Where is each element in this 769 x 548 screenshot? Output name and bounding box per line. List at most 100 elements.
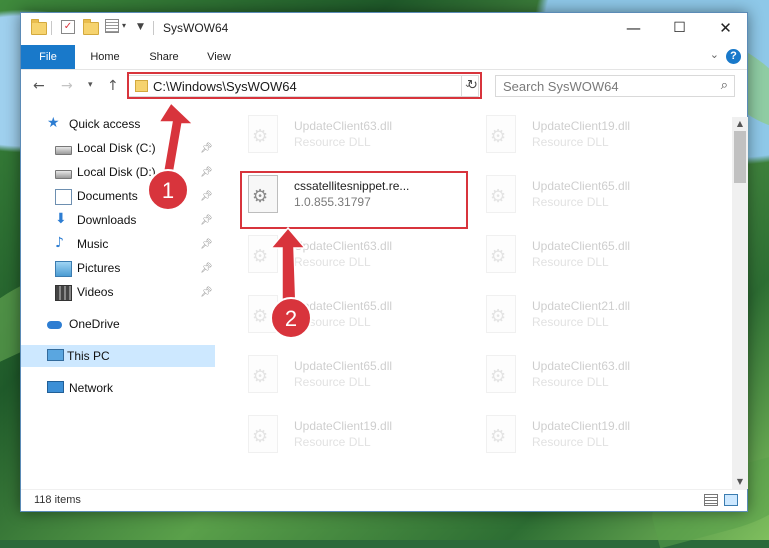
sidebar-item-label: Videos: [77, 285, 114, 299]
properties-icon[interactable]: ✓: [61, 20, 75, 34]
sidebar-item-music[interactable]: ♪ Music: [55, 233, 215, 255]
tiles-view-icon[interactable]: [724, 494, 738, 506]
navigation-bar: ← → ▾ ↑ C:\Windows\SysWOW64 ⌄ ↻ Search S…: [21, 71, 747, 103]
sidebar-item-local-disk-d[interactable]: Local Disk (D:): [55, 161, 215, 183]
forward-arrow-icon[interactable]: →: [61, 78, 73, 94]
scroll-thumb[interactable]: [734, 131, 746, 183]
pin-icon[interactable]: 📌︎: [200, 239, 213, 250]
list-item[interactable]: UpdateClient63.dll Resource DLL: [234, 109, 464, 159]
maximize-button[interactable]: ☐: [657, 13, 702, 43]
file-name: UpdateClient63.dll: [532, 359, 631, 373]
file-description: Resource DLL: [532, 195, 609, 209]
file-list: UpdateClient63.dll Resource DLL cssatell…: [224, 109, 732, 489]
scroll-down-icon[interactable]: ▼: [732, 475, 748, 489]
dll-file-icon: [486, 355, 516, 393]
sidebar-item-downloads[interactable]: ⬇ Downloads: [55, 209, 215, 231]
tab-view[interactable]: View: [197, 45, 241, 69]
list-item[interactable]: UpdateClient19.dll Resource DLL: [234, 409, 464, 459]
list-item[interactable]: UpdateClient63.dll Resource DLL: [234, 229, 464, 279]
documents-icon: [55, 189, 72, 205]
sidebar-item-label: Downloads: [77, 213, 137, 227]
up-arrow-icon[interactable]: ↑: [107, 78, 119, 94]
sidebar-item-label: Network: [69, 381, 114, 395]
this-pc-icon: [47, 349, 64, 361]
sidebar-item-label: Documents: [77, 189, 138, 203]
list-item[interactable]: UpdateClient65.dll Resource DLL: [472, 229, 702, 279]
sidebar-item-label: Local Disk (C:): [77, 141, 156, 155]
sidebar-item-label: Pictures: [77, 261, 121, 275]
network-icon: [47, 381, 64, 393]
sidebar-item-label: Local Disk (D:): [77, 165, 156, 179]
pin-icon[interactable]: 📌︎: [200, 167, 213, 178]
sidebar-item-documents[interactable]: Documents: [55, 185, 215, 207]
file-name: UpdateClient65.dll: [532, 239, 631, 253]
tab-share[interactable]: Share: [139, 45, 189, 69]
sidebar-item-videos[interactable]: Videos: [55, 281, 215, 303]
list-item[interactable]: UpdateClient63.dll Resource DLL: [472, 349, 702, 399]
dll-file-icon: [248, 355, 278, 393]
vertical-scrollbar[interactable]: ▲ ▼: [732, 117, 748, 489]
back-arrow-icon[interactable]: ←: [33, 78, 45, 94]
file-description: Resource DLL: [532, 435, 609, 449]
list-item[interactable]: UpdateClient21.dll Resource DLL: [472, 289, 702, 339]
sidebar-item-label: Quick access: [69, 117, 141, 131]
dll-file-icon: [248, 115, 278, 153]
folder-icon[interactable]: [31, 19, 47, 37]
list-item[interactable]: UpdateClient65.dll Resource DLL: [234, 349, 464, 399]
onedrive-icon: [47, 321, 62, 329]
ribbon-tabs: File Home Share View ⌄ ?: [21, 45, 747, 70]
file-name: UpdateClient19.dll: [532, 419, 631, 433]
sidebar-item-local-disk-c[interactable]: Local Disk (C:): [55, 137, 215, 159]
pin-icon[interactable]: 📌︎: [200, 287, 213, 298]
status-bar: 118 items: [21, 489, 747, 512]
file-name: UpdateClient65.dll: [532, 179, 631, 193]
recent-locations-icon[interactable]: ▾: [88, 80, 93, 90]
minimize-button[interactable]: —: [611, 13, 656, 43]
file-name: UpdateClient19.dll: [294, 419, 393, 433]
sidebar-item-pictures[interactable]: Pictures: [55, 257, 215, 279]
dll-file-icon: [486, 115, 516, 153]
sidebar-item-onedrive[interactable]: OneDrive: [47, 313, 207, 335]
expand-ribbon-icon[interactable]: ⌄: [710, 48, 719, 61]
window-title: SysWOW64: [163, 21, 229, 35]
search-box[interactable]: Search SysWOW64 ⌕: [495, 75, 735, 97]
pin-icon[interactable]: 📌︎: [200, 263, 213, 274]
dll-file-icon: [486, 175, 516, 213]
title-bar: ✓ ▾ ▼ SysWOW64 — ☐ ✕: [21, 13, 747, 45]
pin-icon[interactable]: 📌︎: [200, 191, 213, 202]
file-highlight: [240, 171, 468, 229]
chevron-down-icon[interactable]: ▾: [122, 21, 126, 39]
sidebar-item-label: OneDrive: [69, 317, 120, 331]
scroll-up-icon[interactable]: ▲: [732, 117, 748, 131]
file-name: UpdateClient65.dll: [294, 299, 393, 313]
pin-icon[interactable]: 📌︎: [200, 215, 213, 226]
pin-icon[interactable]: 📌︎: [200, 143, 213, 154]
navigation-pane: ★ Quick access Local Disk (C:) Local Dis…: [21, 109, 215, 489]
list-item[interactable]: UpdateClient19.dll Resource DLL: [472, 109, 702, 159]
list-item[interactable]: UpdateClient65.dll Resource DLL: [472, 169, 702, 219]
list-item[interactable]: UpdateClient19.dll Resource DLL: [472, 409, 702, 459]
title-separator: [153, 21, 154, 35]
explorer-window: ✓ ▾ ▼ SysWOW64 — ☐ ✕ File Home Share Vie…: [20, 12, 748, 512]
tab-home[interactable]: Home: [79, 45, 131, 69]
customize-toolbar-icon[interactable]: [105, 19, 119, 33]
tab-file[interactable]: File: [21, 45, 75, 69]
dll-file-icon: [486, 235, 516, 273]
sidebar-item-this-pc[interactable]: This PC: [21, 345, 215, 367]
file-description: Resource DLL: [532, 255, 609, 269]
music-icon: ♪: [55, 235, 64, 251]
file-description: Resource DLL: [294, 435, 371, 449]
search-icon[interactable]: ⌕: [721, 78, 728, 93]
sidebar-item-label: This PC: [67, 349, 110, 363]
new-folder-icon[interactable]: [83, 19, 99, 37]
dll-file-icon: [486, 295, 516, 333]
details-view-icon[interactable]: [704, 494, 718, 506]
sidebar-item-network[interactable]: Network: [47, 377, 207, 399]
search-input[interactable]: Search SysWOW64: [503, 79, 619, 94]
help-icon[interactable]: ?: [726, 49, 741, 64]
close-button[interactable]: ✕: [703, 13, 748, 43]
dll-file-icon: [248, 295, 278, 333]
list-item[interactable]: UpdateClient65.dll Resource DLL: [234, 289, 464, 339]
sidebar-item-quick-access[interactable]: ★ Quick access: [47, 113, 207, 135]
quick-access-toolbar-dropdown-icon[interactable]: ▼: [137, 22, 144, 40]
